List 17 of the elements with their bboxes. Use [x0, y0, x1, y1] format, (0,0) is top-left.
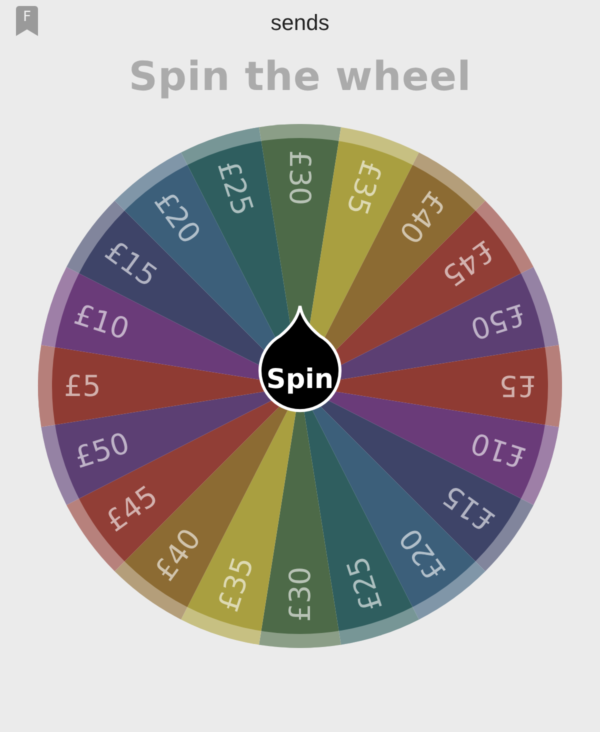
prize-label: £5: [499, 369, 536, 403]
prize-label: £25: [340, 552, 390, 616]
prize-label: £30: [283, 566, 317, 622]
prize-label: £45: [436, 234, 501, 294]
prize-label: £50: [466, 296, 530, 346]
prize-label: £30: [283, 150, 317, 206]
heading: Spin the wheel: [128, 54, 472, 100]
prize-label: £10: [70, 296, 134, 346]
prize-label: £5: [64, 369, 101, 403]
bookmark-badge: F: [16, 6, 38, 36]
prize-label: £35: [210, 552, 260, 616]
page-title: sends: [270, 10, 330, 36]
prize-label: £25: [210, 156, 260, 220]
prize-label: £45: [99, 478, 164, 538]
prize-label: £35: [340, 156, 390, 220]
prize-label: £10: [466, 426, 530, 476]
prize-label: £50: [70, 426, 134, 476]
